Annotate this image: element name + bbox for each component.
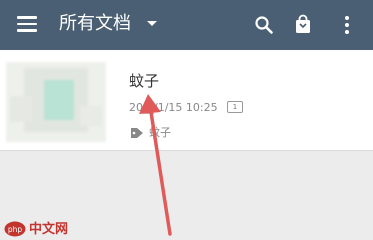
top-app-bar: 所有文档 — [0, 0, 373, 50]
document-title: 蚊子 — [129, 72, 160, 90]
count-badge: 1 — [227, 101, 243, 113]
bag-button[interactable] — [291, 13, 315, 37]
watermark-text: 中文网 — [29, 222, 69, 237]
document-tag[interactable]: 蚊子 — [149, 126, 171, 140]
php-watermark: php 中文网 — [0, 220, 100, 240]
document-card[interactable]: 蚊子 20__/1/15 10:25 1 蚊子 — [0, 50, 373, 151]
php-logo-icon: php — [4, 221, 26, 237]
php-logo-text: php — [8, 225, 23, 234]
caret-down-icon[interactable] — [147, 21, 157, 26]
more-options-button[interactable] — [335, 13, 359, 37]
document-date: 20__/1/15 10:25 — [129, 101, 218, 114]
bag-icon — [296, 14, 310, 33]
search-button[interactable] — [252, 13, 276, 37]
tag-icon — [131, 128, 143, 138]
search-icon — [255, 16, 273, 34]
page-title[interactable]: 所有文档 — [59, 12, 131, 36]
more-vertical-icon — [345, 16, 349, 34]
hamburger-menu-icon[interactable] — [17, 16, 37, 32]
document-thumbnail — [0, 56, 112, 148]
